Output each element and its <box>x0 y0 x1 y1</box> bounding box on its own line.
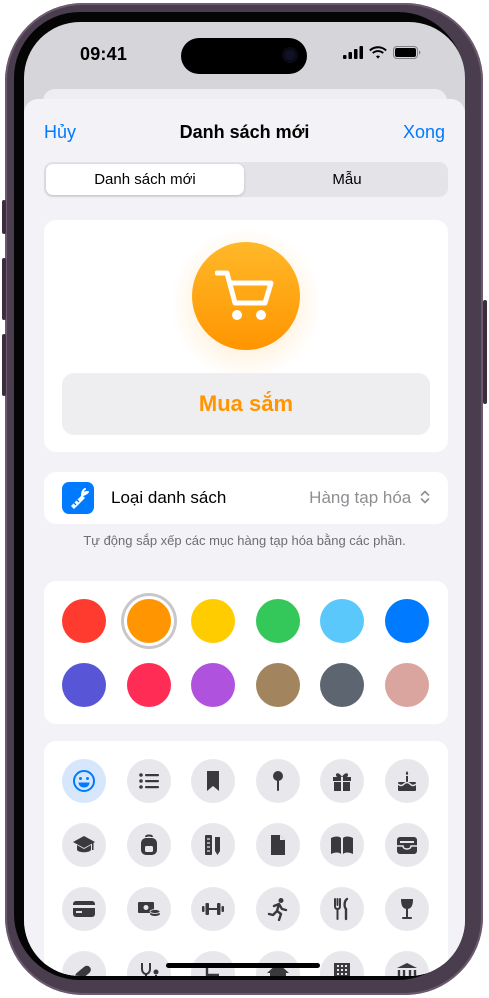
icon-option[interactable] <box>191 759 235 803</box>
stethoscope-icon <box>137 961 161 976</box>
icon-option[interactable] <box>62 823 106 867</box>
camera-icon <box>282 47 298 63</box>
sheet-title: Danh sách mới <box>179 122 310 142</box>
pin-icon <box>266 769 290 793</box>
dynamic-island <box>181 38 307 74</box>
icon-option[interactable] <box>62 759 106 803</box>
icon-option[interactable] <box>384 951 429 976</box>
icon-option[interactable] <box>255 759 300 803</box>
icon-option[interactable] <box>62 887 106 931</box>
pills-icon <box>72 961 96 976</box>
graduation-cap-icon <box>72 833 96 857</box>
icon-option[interactable] <box>255 887 300 931</box>
screen: 09:41 Hủy Danh sách mới Xong Danh sách m… <box>24 22 465 976</box>
money-icon <box>137 897 161 921</box>
color-swatch[interactable] <box>62 663 106 707</box>
icon-option[interactable] <box>126 887 171 931</box>
wallet-icon <box>395 833 419 857</box>
icon-option[interactable] <box>320 759 364 803</box>
status-time: 09:41 <box>80 44 128 64</box>
icon-option[interactable] <box>384 759 429 803</box>
battery-icon <box>393 46 421 59</box>
icon-option[interactable] <box>320 823 364 867</box>
status-bar: 09:41 <box>24 22 465 80</box>
color-swatch[interactable] <box>126 599 171 643</box>
icon-picker <box>44 741 448 976</box>
list-type-value[interactable]: Hàng tạp hóa <box>309 488 430 508</box>
ruler-pencil-icon <box>201 833 225 857</box>
dumbbell-icon <box>201 897 225 921</box>
color-swatch[interactable] <box>255 599 300 643</box>
icon-option[interactable] <box>320 887 364 931</box>
chevron-up-down-icon <box>420 490 430 504</box>
backpack-icon <box>137 833 161 857</box>
icon-option[interactable] <box>191 887 235 931</box>
bank-icon <box>395 961 419 976</box>
color-swatch[interactable] <box>320 663 364 707</box>
document-icon <box>266 833 290 857</box>
fork-knife-icon <box>330 897 354 921</box>
list-type-row[interactable]: Loại danh sách Hàng tạp hóa <box>44 472 448 524</box>
color-swatch[interactable] <box>191 663 235 707</box>
volume-down-button <box>2 334 6 396</box>
icon-option[interactable] <box>320 951 364 976</box>
list-type-label: Loại danh sách <box>111 488 227 507</box>
home-indicator[interactable] <box>166 963 320 968</box>
book-icon <box>330 833 354 857</box>
list-preview-card: Mua sắm <box>44 220 448 452</box>
color-swatch[interactable] <box>384 599 429 643</box>
color-swatch[interactable] <box>384 663 429 707</box>
credit-card-icon <box>72 897 96 921</box>
segment-new-list[interactable]: Danh sách mới <box>46 164 244 195</box>
status-icons <box>343 46 421 59</box>
done-button[interactable]: Xong <box>403 122 445 143</box>
list-icon <box>137 769 161 793</box>
icon-option[interactable] <box>126 951 171 976</box>
icon-option[interactable] <box>384 823 429 867</box>
icon-option[interactable] <box>126 759 171 803</box>
color-swatch[interactable] <box>320 599 364 643</box>
segmented-control: Danh sách mới Mẫu <box>44 162 448 197</box>
birthday-cake-icon <box>395 769 419 793</box>
wifi-icon <box>369 46 387 59</box>
smiley-icon <box>72 769 96 793</box>
color-swatch[interactable] <box>62 599 106 643</box>
list-name-input[interactable]: Mua sắm <box>62 373 430 435</box>
gift-icon <box>330 769 354 793</box>
carrot-icon <box>62 482 94 514</box>
building-icon <box>330 961 354 976</box>
list-icon-badge <box>192 242 300 350</box>
icon-option[interactable] <box>62 951 106 976</box>
power-button <box>483 300 487 404</box>
color-swatch[interactable] <box>126 663 171 707</box>
cellular-signal-icon <box>343 46 363 59</box>
icon-option[interactable] <box>191 823 235 867</box>
wine-glass-icon <box>395 897 419 921</box>
icon-option[interactable] <box>384 887 429 931</box>
volume-up-button <box>2 258 6 320</box>
running-icon <box>266 897 290 921</box>
color-swatch[interactable] <box>255 663 300 707</box>
bookmark-icon <box>201 769 225 793</box>
icon-option[interactable] <box>126 823 171 867</box>
color-picker <box>44 581 448 724</box>
cart-icon <box>215 270 274 320</box>
list-type-hint: Tự động sắp xếp các mục hàng tạp hóa bằn… <box>83 533 406 548</box>
list-type-value-text: Hàng tạp hóa <box>309 488 412 507</box>
segment-templates[interactable]: Mẫu <box>248 164 446 195</box>
silent-switch <box>2 200 6 234</box>
new-list-sheet: Hủy Danh sách mới Xong Danh sách mới Mẫu… <box>24 99 465 976</box>
color-swatch[interactable] <box>191 599 235 643</box>
icon-option[interactable] <box>255 823 300 867</box>
